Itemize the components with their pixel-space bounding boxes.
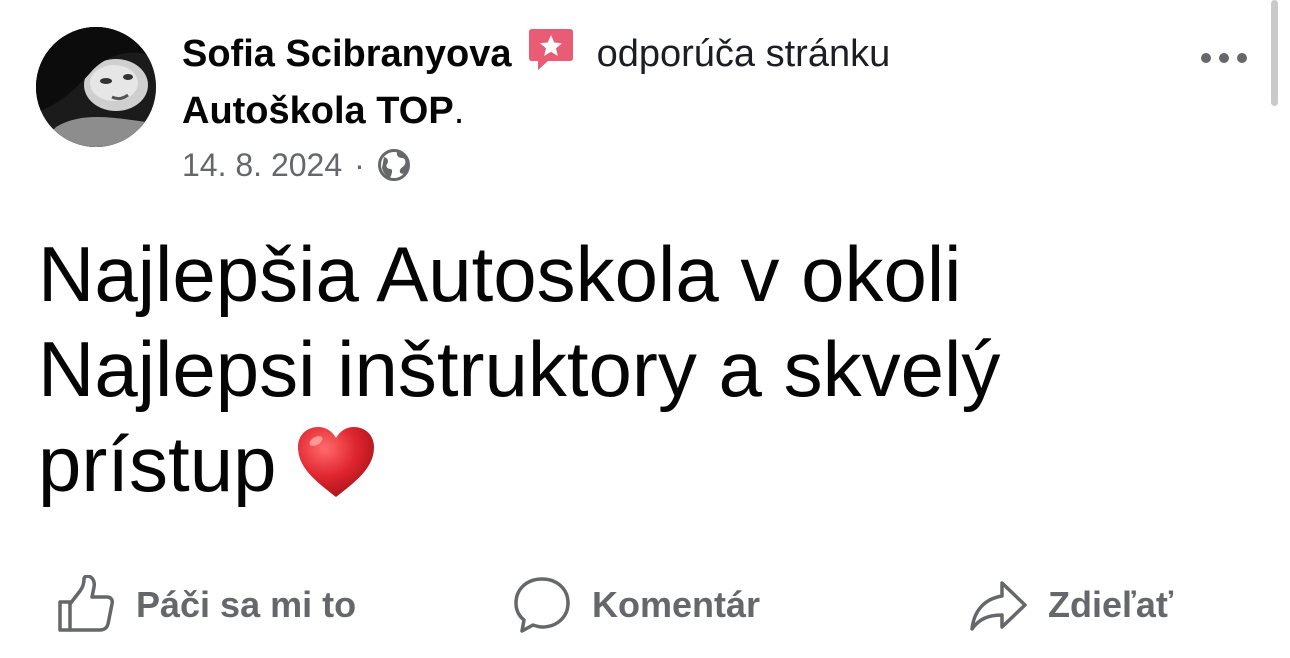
globe-icon[interactable]	[377, 148, 411, 182]
recommendation-text: odporúča stránku	[596, 33, 891, 75]
share-button[interactable]: Zdieľať	[968, 570, 1173, 640]
more-dots-icon[interactable]	[1198, 38, 1250, 78]
page-name-suffix: .	[453, 90, 465, 132]
post-body: Najlepšia Autoskola v okoli Najlepsi inš…	[38, 227, 1188, 512]
avatar[interactable]	[36, 27, 156, 147]
comment-label: Komentár	[592, 584, 761, 625]
like-label: Páči sa mi to	[136, 584, 357, 625]
scrollbar-thumb[interactable]	[1271, 0, 1278, 106]
share-arrow-icon	[970, 581, 1027, 631]
post-header: Sofia Scibranyova odporúča stránku	[182, 26, 890, 79]
post-body-line-last: prístup	[38, 417, 1188, 512]
share-label: Zdieľať	[1048, 584, 1174, 625]
action-bar: Páči sa mi to Komentár Zdieľať	[0, 570, 1290, 640]
recommendation-star-icon	[528, 26, 574, 72]
post-card: Sofia Scibranyova odporúča stránku Autoš…	[0, 0, 1290, 658]
meta-separator: ·	[354, 147, 365, 183]
post-body-line: Najlepšia Autoskola v okoli	[38, 230, 962, 318]
avatar-photo	[36, 27, 156, 147]
like-button[interactable]: Páči sa mi to	[56, 570, 356, 640]
post-body-line: prístup	[38, 420, 277, 508]
recommended-page: Autoškola TOP.	[182, 86, 464, 136]
comment-bubble-icon	[514, 577, 570, 633]
comment-button[interactable]: Komentár	[512, 570, 760, 640]
author-name[interactable]: Sofia Scibranyova	[182, 33, 511, 75]
thumbs-up-icon	[58, 575, 114, 632]
heart-emoji-icon	[296, 425, 376, 499]
post-body-line: Najlepsi inštruktory a skvelý	[38, 325, 1001, 413]
post-date[interactable]: 14. 8. 2024	[182, 145, 342, 185]
post-meta: 14. 8. 2024 ·	[182, 145, 411, 185]
page-name-link[interactable]: Autoškola TOP	[182, 90, 454, 132]
